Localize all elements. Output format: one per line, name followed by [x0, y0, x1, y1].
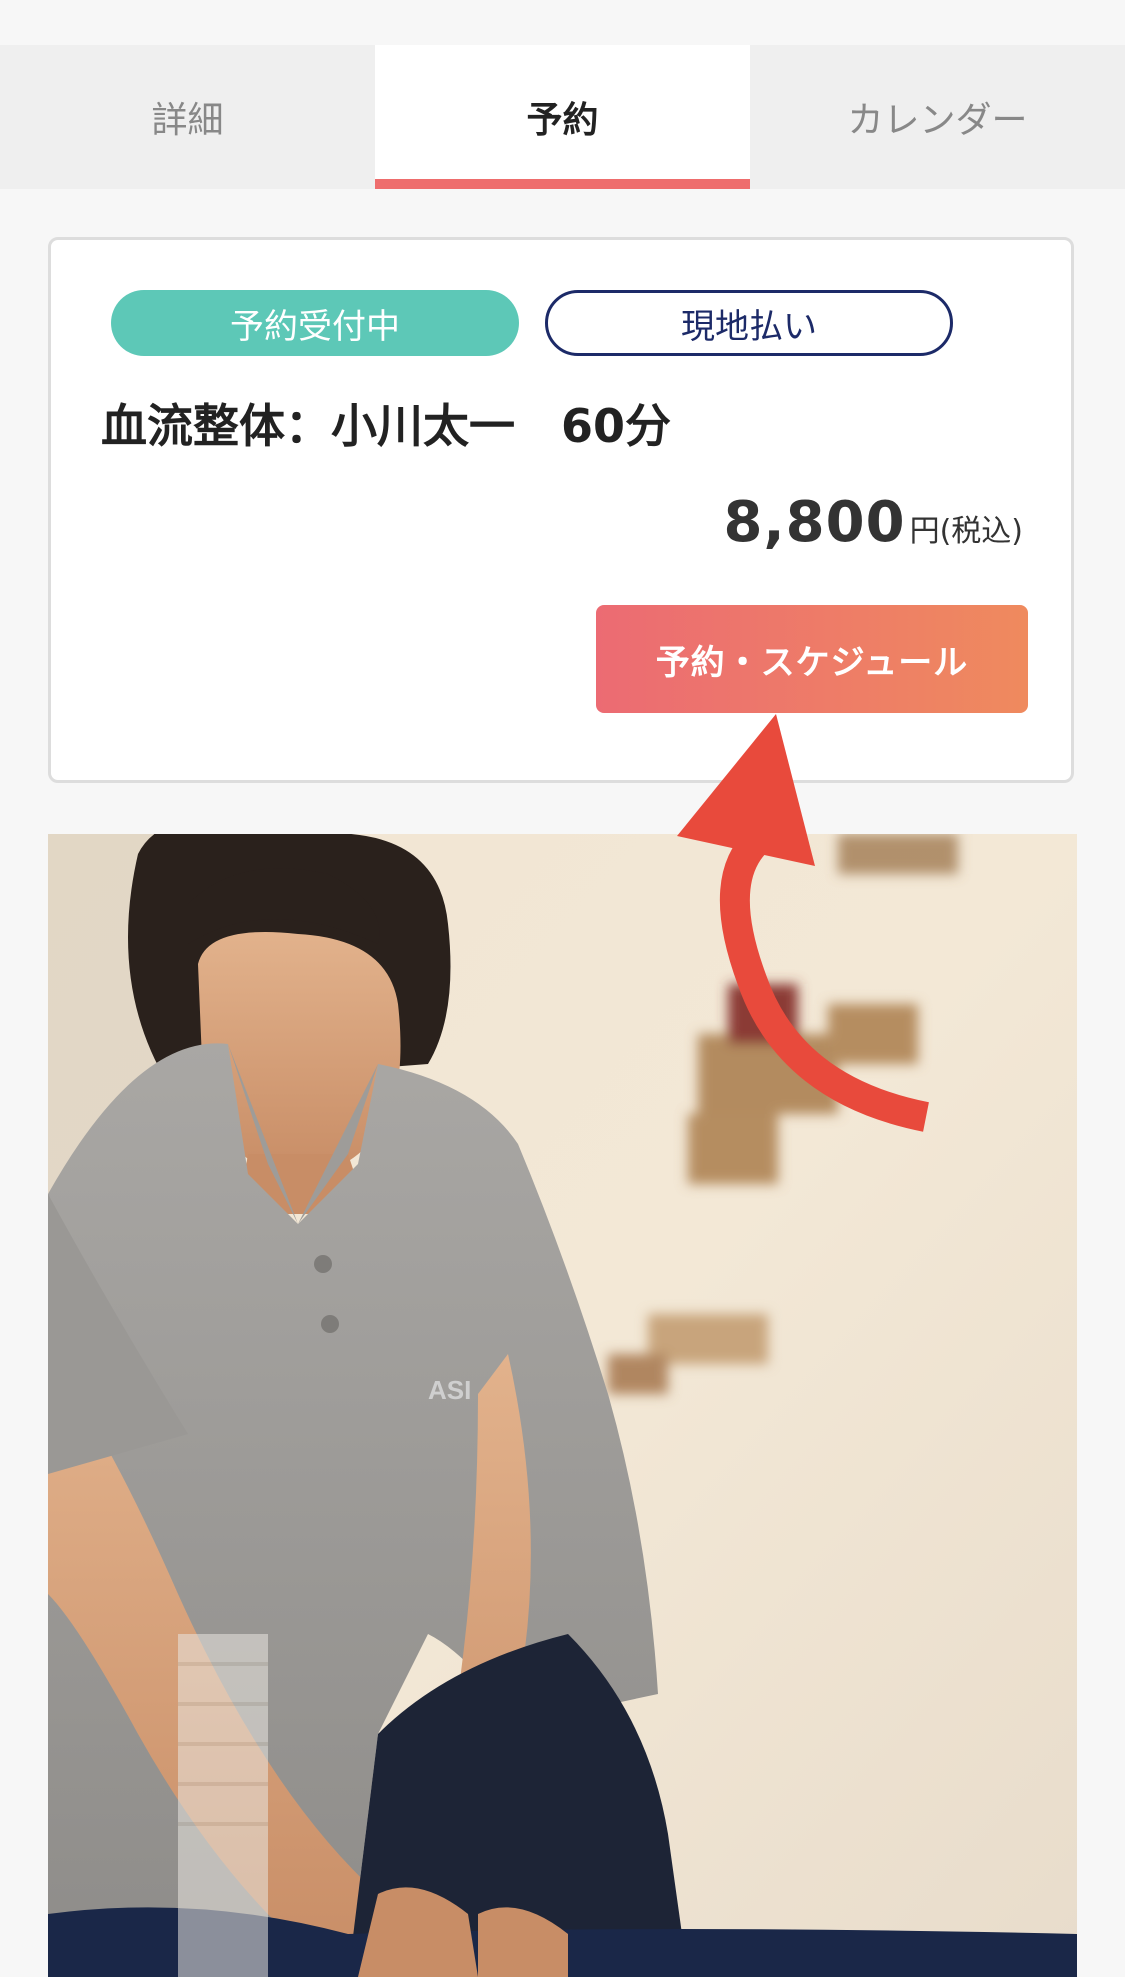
menu-title: 血流整体：小川太一 60分 — [101, 399, 672, 453]
price-unit: 円 — [909, 514, 940, 549]
shirt-logo: ASI — [428, 1375, 471, 1405]
price-tax: (税込) — [939, 514, 1023, 549]
tab-bar: 詳細 予約 カレンダー — [0, 45, 1125, 189]
menu-card: 予約受付中 現地払い 血流整体：小川太一 60分 8,800 円 (税込) 予約… — [48, 237, 1074, 783]
reserve-schedule-button[interactable]: 予約・スケジュール — [596, 605, 1028, 713]
tab-details[interactable]: 詳細 — [0, 45, 375, 189]
price-amount: 8,800 — [723, 490, 906, 555]
therapist-photo: ASI — [48, 834, 1077, 1977]
status-badge: 予約受付中 — [111, 290, 519, 356]
payment-badge: 現地払い — [545, 290, 953, 356]
price: 8,800 円 (税込) — [723, 490, 1023, 555]
tab-reservation[interactable]: 予約 — [375, 45, 750, 189]
active-tab-indicator — [375, 179, 750, 189]
tab-calendar[interactable]: カレンダー — [750, 45, 1125, 189]
